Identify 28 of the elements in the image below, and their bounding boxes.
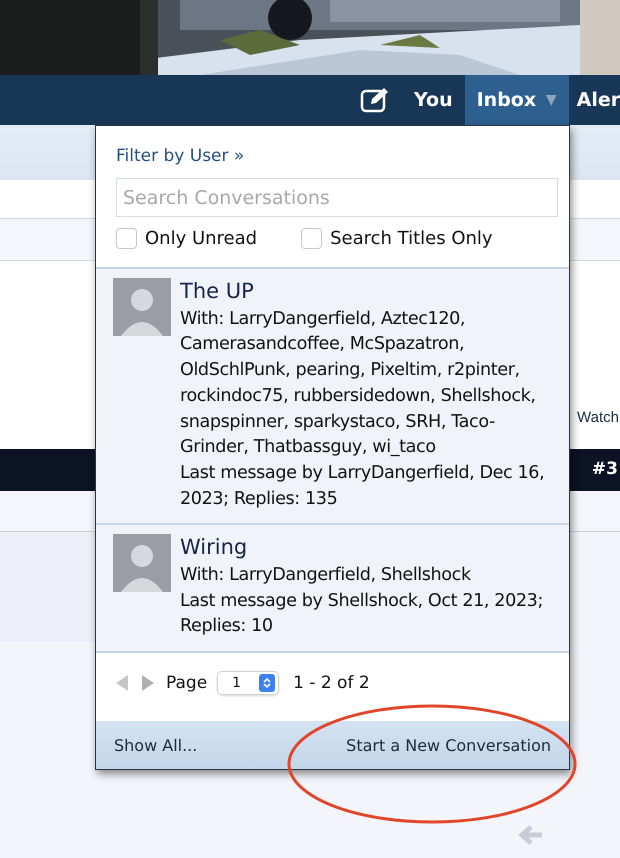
conversation-title[interactable]: Wiring — [180, 534, 248, 560]
conversation-title[interactable]: The UP — [180, 278, 254, 304]
participants-text: With: LarryDangerfield, Aztec120, Camerasandcoffee, McSpazatron, OldSchlPunk, pearing, Pixeltim, r2pinter, rockindoc75, rubbersidedown, Shellshock, snapspinner, sparkystaco, SRH, Taco-Grinder, Thatbassguy, wi_taco — [180, 308, 537, 460]
checkbox-label: Only Unread — [145, 228, 258, 249]
stepper-icon[interactable] — [259, 674, 276, 692]
next-arrow-icon[interactable] — [140, 674, 156, 692]
avatar — [113, 534, 171, 592]
page-range: 1 - 2 of 2 — [293, 673, 370, 694]
page-select[interactable]: 1 — [217, 671, 280, 696]
previous-arrow-icon[interactable] — [114, 674, 130, 692]
participants-text: With: LarryDangerfield, Shellshock — [180, 564, 472, 588]
show-all-link[interactable]: Show All... — [114, 736, 198, 756]
watch-link[interactable]: Watch — [577, 409, 619, 426]
last-message-text: Last message by Shellshock, Oct 21, 2023; Replies: 10 — [180, 590, 544, 638]
nav-tab[interactable]: Aler — [568, 75, 620, 125]
arrow-icon[interactable] — [518, 825, 544, 845]
last-message-text: Last message by LarryDangerfield, Dec 16, 2023; Replies: 135 — [180, 462, 546, 511]
new-conversation-link[interactable]: Start a New Conversation — [346, 736, 551, 756]
page-label: Page — [166, 673, 208, 694]
checkbox[interactable] — [301, 228, 322, 249]
nav-tab[interactable]: Inbox ▼ — [464, 75, 569, 125]
checkbox-label: Search Titles Only — [330, 228, 493, 249]
post-number: #3 — [592, 459, 618, 479]
avatar — [113, 278, 171, 336]
nav-tab[interactable]: You — [406, 75, 465, 125]
checkbox[interactable] — [116, 228, 137, 249]
search-field[interactable]: Search Conversations — [116, 178, 558, 217]
filter-link[interactable]: Filter by User » — [116, 146, 244, 166]
